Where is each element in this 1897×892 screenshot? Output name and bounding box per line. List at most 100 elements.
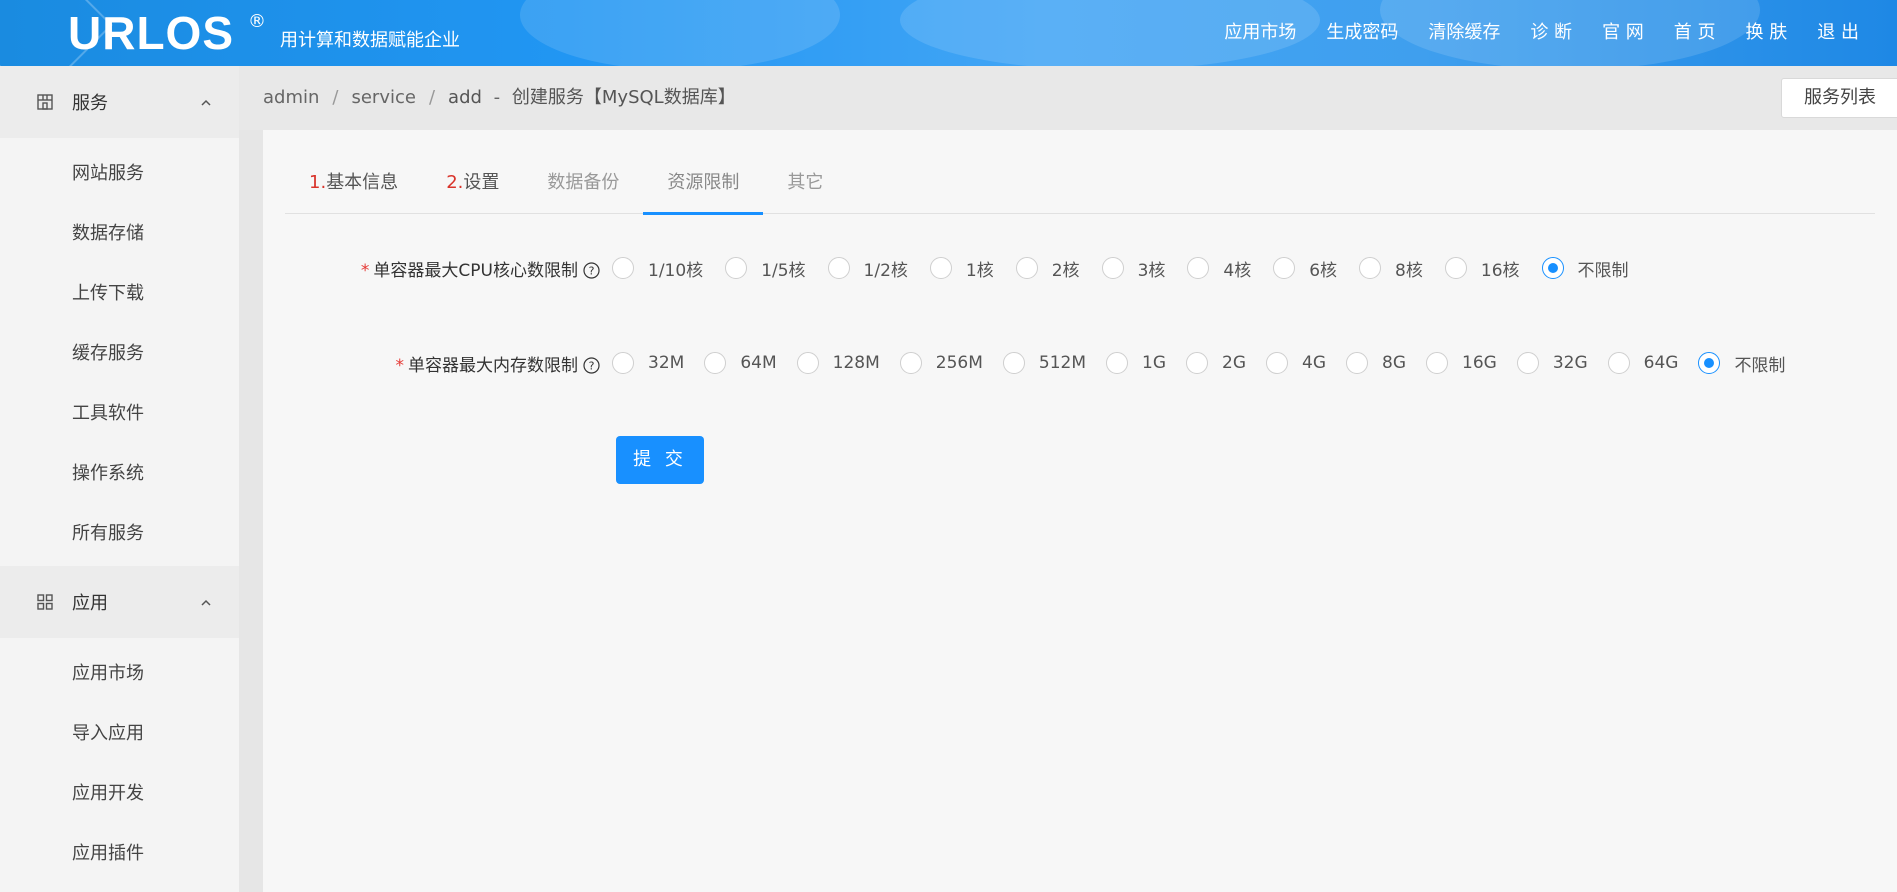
tab-resource-limit[interactable]: 资源限制 xyxy=(643,162,764,215)
radio-circle xyxy=(827,257,850,279)
slogan: 用计算和数据赋能企业 xyxy=(280,30,460,51)
nav-official-site[interactable]: 官 网 xyxy=(1602,20,1644,46)
help-icon[interactable]: ? xyxy=(583,356,600,374)
sidebar-item-data-storage[interactable]: 数据存储 xyxy=(0,202,239,262)
radio-circle xyxy=(1541,257,1564,279)
memory-limit-radio-9[interactable]: 16G xyxy=(1426,352,1517,374)
submit-button[interactable]: 提 交 xyxy=(616,436,704,484)
tab-settings[interactable]: 2.设置 xyxy=(422,162,523,214)
radio-circle xyxy=(1015,257,1038,279)
memory-limit-radio-0[interactable]: 32M xyxy=(612,352,704,374)
nav-logout[interactable]: 退 出 xyxy=(1817,20,1859,46)
sidebar-item-operating-system[interactable]: 操作系统 xyxy=(0,442,239,502)
sidebar-group-app[interactable]: 应用 xyxy=(0,566,239,638)
radio-label: 1G xyxy=(1142,353,1166,373)
page-title: 创建服务【MySQL数据库】 xyxy=(511,87,736,108)
cpu-limit-radio-7[interactable]: 6核 xyxy=(1273,256,1359,281)
radio-circle xyxy=(1002,352,1025,374)
sidebar-item-import-app[interactable]: 导入应用 xyxy=(0,702,239,762)
main-panel: 1.基本信息 2.设置 数据备份 资源限制 其它 * 单容器最大CPU核心数限制?… xyxy=(263,130,1897,892)
memory-limit-radio-11[interactable]: 64G xyxy=(1607,352,1699,374)
tab-label: 基本信息 xyxy=(326,172,399,193)
cpu-limit-radio-10[interactable]: 不限制 xyxy=(1541,256,1651,281)
tab-label: 数据备份 xyxy=(547,172,620,193)
top-header: URLOS ® 用计算和数据赋能企业 应用市场 生成密码 清除缓存 诊 断 官 … xyxy=(0,0,1897,66)
cpu-limit-radio-4[interactable]: 2核 xyxy=(1015,256,1102,281)
sidebar-item-app-plugins[interactable]: 应用插件 xyxy=(0,822,239,882)
sidebar-item-upload-download[interactable]: 上传下载 xyxy=(0,262,239,322)
radio-label: 512M xyxy=(1038,353,1086,373)
cpu-limit-row: * 单容器最大CPU核心数限制? 1/10核 1/5核 1/2核 1核 2核 3核 4核 6核 8… xyxy=(263,253,1651,283)
cpu-limit-radio-2[interactable]: 1/2核 xyxy=(827,256,930,281)
memory-limit-radio-10[interactable]: 32G xyxy=(1516,352,1608,374)
radio-circle xyxy=(1359,257,1382,279)
cpu-limit-radio-1[interactable]: 1/5核 xyxy=(725,256,827,281)
nav-clear-cache[interactable]: 清除缓存 xyxy=(1428,20,1500,46)
sidebar-item-app-market[interactable]: 应用市场 xyxy=(0,642,239,702)
cpu-limit-label-text: 单容器最大CPU核心数限制 xyxy=(373,260,578,281)
tab-label: 设置 xyxy=(463,172,500,193)
breadcrumb-admin[interactable]: admin xyxy=(263,87,319,108)
radio-circle xyxy=(1273,257,1296,279)
sidebar-item-all-services[interactable]: 所有服务 xyxy=(0,502,239,562)
nav-home[interactable]: 首 页 xyxy=(1674,20,1716,46)
breadcrumb-bar: admin / service / add - 创建服务【MySQL数据库】 服务列表 xyxy=(239,66,1897,130)
breadcrumb: admin / service / add - 创建服务【MySQL数据库】 xyxy=(263,86,736,110)
memory-limit-radio-7[interactable]: 4G xyxy=(1266,352,1346,374)
sidebar-item-tool-software[interactable]: 工具软件 xyxy=(0,382,239,442)
cpu-limit-radio-0[interactable]: 1/10核 xyxy=(612,256,725,281)
top-nav: 应用市场 生成密码 清除缓存 诊 断 官 网 首 页 换 肤 退 出 xyxy=(1224,20,1859,46)
tab-data-backup[interactable]: 数据备份 xyxy=(523,162,643,214)
cpu-limit-radio-6[interactable]: 4核 xyxy=(1187,256,1273,281)
radio-circle xyxy=(1444,257,1467,279)
cpu-limit-radio-9[interactable]: 16核 xyxy=(1444,256,1542,281)
radio-circle xyxy=(1186,352,1208,374)
radio-circle xyxy=(1187,257,1210,279)
memory-limit-radio-5[interactable]: 1G xyxy=(1106,352,1186,374)
sidebar-group-service[interactable]: 服务 xyxy=(0,66,239,138)
sidebar-item-app-development[interactable]: 应用开发 xyxy=(0,762,239,822)
cpu-limit-options: 1/10核 1/5核 1/2核 1核 2核 3核 4核 6核 8核 16核 不限制 xyxy=(612,256,1651,281)
cpu-limit-radio-8[interactable]: 8核 xyxy=(1359,256,1445,281)
breadcrumb-service[interactable]: service xyxy=(351,87,415,108)
radio-circle xyxy=(725,257,748,279)
store-icon xyxy=(36,93,54,111)
nav-generate-password[interactable]: 生成密码 xyxy=(1326,20,1398,46)
tab-basic-info[interactable]: 1.基本信息 xyxy=(285,162,422,214)
memory-limit-radio-12[interactable]: 不限制 xyxy=(1698,351,1805,376)
radio-label: 64M xyxy=(740,353,777,373)
memory-limit-label: * 单容器最大内存数限制? xyxy=(263,351,600,376)
radio-label: 16G xyxy=(1462,353,1497,373)
memory-limit-radio-1[interactable]: 64M xyxy=(704,352,796,374)
nav-app-market[interactable]: 应用市场 xyxy=(1224,20,1296,46)
radio-label: 64G xyxy=(1643,353,1679,373)
radio-circle xyxy=(929,257,952,279)
memory-limit-radio-2[interactable]: 128M xyxy=(796,352,900,374)
tab-other[interactable]: 其它 xyxy=(763,162,847,214)
radio-label: 6核 xyxy=(1309,260,1338,281)
memory-limit-radio-6[interactable]: 2G xyxy=(1186,352,1266,374)
sidebar-item-cache-service[interactable]: 缓存服务 xyxy=(0,322,239,382)
required-mark: * xyxy=(360,260,370,281)
tab-label: 其它 xyxy=(787,172,824,193)
radio-label: 4核 xyxy=(1223,260,1252,281)
tab-number: 2. xyxy=(446,172,464,193)
service-list-button[interactable]: 服务列表 xyxy=(1781,78,1897,118)
sidebar-item-website-service[interactable]: 网站服务 xyxy=(0,142,239,202)
radio-circle xyxy=(1106,352,1128,374)
radio-label: 3核 xyxy=(1137,260,1166,281)
cpu-limit-radio-3[interactable]: 1核 xyxy=(929,256,1016,281)
memory-limit-options: 32M 64M 128M 256M 512M 1G 2G 4G 8G 16G 32G 64G 不限制 xyxy=(612,351,1805,376)
logo[interactable]: URLOS xyxy=(68,6,234,60)
header-cloud xyxy=(520,0,840,66)
memory-limit-radio-3[interactable]: 256M xyxy=(899,352,1003,374)
help-icon[interactable]: ? xyxy=(583,261,600,279)
nav-change-skin[interactable]: 换 肤 xyxy=(1746,20,1788,46)
memory-limit-radio-8[interactable]: 8G xyxy=(1346,352,1426,374)
breadcrumb-add: add xyxy=(448,87,482,108)
sidebar-list-app: 应用市场 导入应用 应用开发 应用插件 xyxy=(0,638,239,886)
memory-limit-radio-4[interactable]: 512M xyxy=(1002,352,1106,374)
cpu-limit-radio-5[interactable]: 3核 xyxy=(1101,256,1188,281)
radio-circle xyxy=(1607,352,1630,374)
nav-diagnose[interactable]: 诊 断 xyxy=(1530,20,1572,46)
